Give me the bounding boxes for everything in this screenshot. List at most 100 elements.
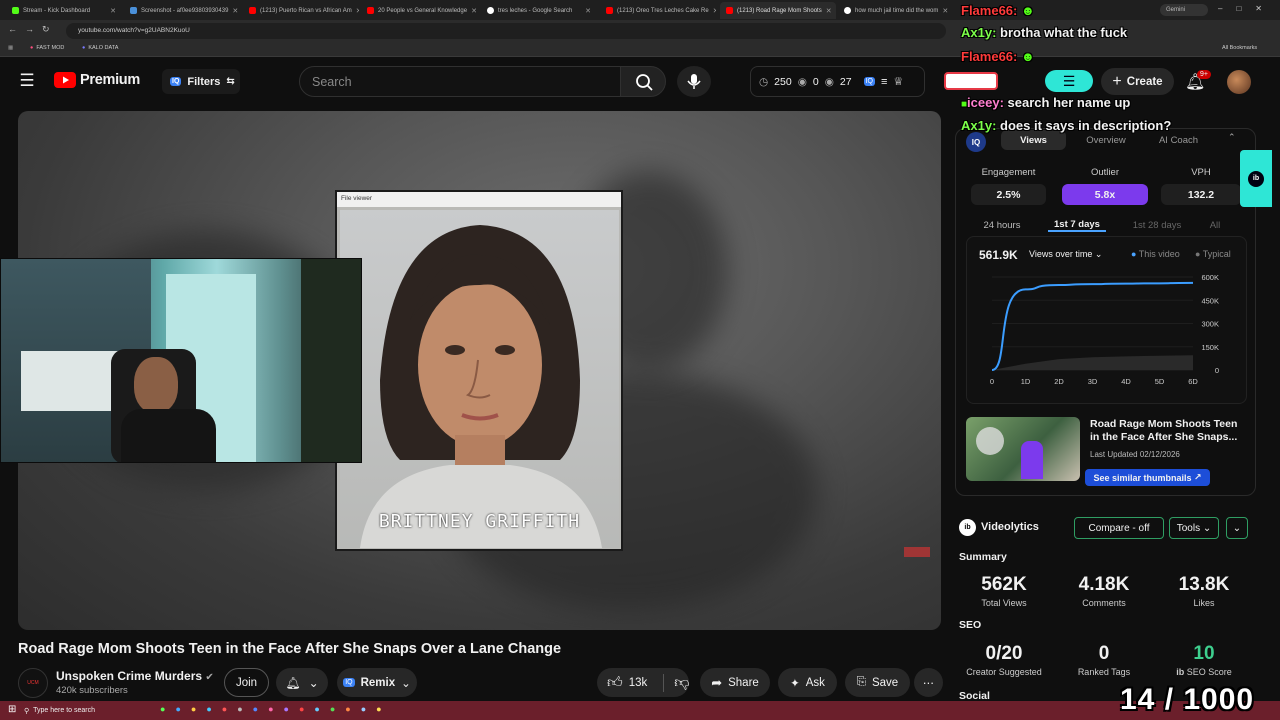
app-icon[interactable]: ●: [376, 704, 381, 714]
range-7d[interactable]: 1st 7 days: [1048, 218, 1106, 232]
channel-name[interactable]: Unspoken Crime Murders ✔: [56, 669, 214, 683]
like-button[interactable]: 👍︎ 13k 👎︎: [597, 668, 689, 697]
app-icon[interactable]: ●: [345, 704, 350, 714]
windows-start-icon[interactable]: ⊞: [8, 704, 16, 715]
close-icon[interactable]: ✕: [713, 7, 716, 15]
browser-tab-strip: Stream - Kick Dashboard ✕ Screenshot - af…: [0, 0, 1280, 20]
list-icon[interactable]: ≡: [881, 76, 887, 88]
nav-buttons[interactable]: ←→↻: [8, 24, 58, 35]
app-icon[interactable]: ●: [222, 704, 227, 714]
similar-title[interactable]: Road Rage Mom Shoots Teen in the Face Af…: [1090, 418, 1240, 444]
chat-message: Flame66: ☻: [961, 3, 1035, 18]
trophy-icon[interactable]: ♕: [893, 75, 903, 88]
app-icon[interactable]: ●: [175, 704, 180, 714]
eye-icon: ◉: [797, 75, 807, 88]
tab-views[interactable]: Views: [1001, 130, 1066, 150]
bookmark-kalodata[interactable]: ● KALO DATA: [82, 45, 118, 51]
browser-tab-active[interactable]: (1213) Road Rage Mom Shoots ✕: [720, 2, 836, 19]
similar-thumbnail[interactable]: [966, 417, 1080, 481]
app-icon[interactable]: ●: [314, 704, 319, 714]
taskbar-apps[interactable]: ● ● ● ● ● ● ● ● ● ● ● ● ● ● ●: [160, 704, 382, 714]
chevron-up-icon[interactable]: ⌃: [1228, 132, 1236, 143]
range-24h[interactable]: 24 hours: [976, 218, 1028, 232]
browser-tab[interactable]: Screenshot - af0ee93803930439 ✕: [124, 2, 240, 19]
stats-widget[interactable]: ◷ 250 ◉ 0 ◉ 27 IQ ≡ ♕: [750, 66, 925, 97]
close-icon[interactable]: ✕: [110, 7, 116, 15]
create-button[interactable]: + Create: [1101, 68, 1174, 95]
filters-button[interactable]: IQ Filters ⇆: [162, 69, 240, 94]
browser-tab[interactable]: 20 People vs General Knowledge ✕: [361, 2, 477, 19]
bookmark-fastmod[interactable]: ● FAST MOD: [30, 45, 64, 51]
chevron-down-icon[interactable]: ⌄: [1226, 517, 1248, 539]
app-icon[interactable]: ●: [330, 704, 335, 714]
apps-icon[interactable]: ▦: [8, 45, 13, 51]
mugshot-image: BRITTNEY GRIFFITH: [340, 210, 619, 548]
window-controls[interactable]: –□✕: [1218, 4, 1276, 13]
more-actions-button[interactable]: ⋯: [914, 668, 943, 697]
subscribe-bell-button[interactable]: 🔔︎ ⌄: [276, 668, 328, 697]
views-dropdown[interactable]: Views over time ⌄: [1029, 249, 1102, 260]
vidiq-menu-icon[interactable]: ☰: [1045, 70, 1093, 92]
app-icon[interactable]: ●: [206, 704, 211, 714]
gemini-button[interactable]: Gemini: [1160, 4, 1208, 16]
search-button[interactable]: [620, 66, 666, 97]
youtube-play-icon: [54, 72, 76, 88]
remix-button[interactable]: IQ Remix ⌄: [337, 668, 417, 697]
file-viewer-title: File viewer: [337, 192, 621, 207]
tab-overview[interactable]: Overview: [1071, 130, 1141, 150]
close-icon[interactable]: ✕: [471, 7, 477, 15]
app-icon[interactable]: ●: [237, 704, 242, 714]
browser-tab[interactable]: (1213) Oreo Tres Leches Cake Re ✕: [600, 2, 716, 19]
see-similar-button[interactable]: See similar thumbnails ↗: [1085, 469, 1210, 486]
app-icon[interactable]: ●: [191, 704, 196, 714]
extension-badge[interactable]: [944, 72, 998, 90]
channel-avatar[interactable]: UCM: [18, 668, 48, 698]
join-button[interactable]: Join: [224, 668, 269, 697]
app-icon[interactable]: ●: [268, 704, 273, 714]
sparkle-icon: ✦: [790, 677, 800, 690]
eye-icon: ◉: [824, 75, 834, 88]
all-bookmarks[interactable]: All Bookmarks: [1222, 45, 1257, 51]
compare-button[interactable]: Compare - off: [1074, 517, 1164, 539]
youtube-logo[interactable]: Premium: [54, 72, 140, 88]
videolytics-logo-icon: ib: [1176, 667, 1187, 677]
thumbs-down-icon[interactable]: 👎︎: [663, 673, 689, 692]
youtube-icon: [249, 7, 256, 14]
app-icon[interactable]: ●: [160, 704, 165, 714]
range-all[interactable]: All: [1203, 218, 1227, 232]
x-tick-label: 0: [990, 377, 994, 386]
range-28d[interactable]: 1st 28 days: [1126, 218, 1188, 232]
app-icon[interactable]: ●: [299, 704, 304, 714]
close-icon[interactable]: ✕: [232, 7, 238, 15]
browser-tab[interactable]: tres leches - Google Search ✕: [481, 2, 597, 19]
menu-icon[interactable]: ☰: [17, 71, 37, 90]
seo-label: Creator Suggested: [966, 667, 1042, 677]
close-icon[interactable]: ✕: [356, 7, 359, 15]
search-input[interactable]: Search: [299, 66, 621, 97]
chat-message: ■iceey: search her name up: [961, 95, 1131, 110]
google-icon: [487, 7, 494, 14]
vidiq-side-tab[interactable]: ib: [1240, 150, 1272, 207]
close-icon[interactable]: ✕: [942, 7, 948, 15]
avatar[interactable]: [1227, 70, 1251, 94]
url-field[interactable]: youtube.com/watch?v=g2UABN2KuoU: [66, 23, 946, 39]
close-icon[interactable]: ✕: [826, 7, 832, 15]
tools-button[interactable]: Tools ⌄: [1169, 517, 1219, 539]
close-icon[interactable]: ✕: [585, 7, 591, 15]
streamer-webcam: [0, 258, 362, 463]
iq-icon[interactable]: IQ: [863, 77, 875, 86]
tab-ai-coach[interactable]: AI Coach: [1146, 130, 1211, 150]
app-icon[interactable]: ●: [253, 704, 258, 714]
taskbar-search[interactable]: ⚲ Type here to search: [24, 704, 154, 717]
share-button[interactable]: ➦ Share: [700, 668, 770, 697]
browser-tab[interactable]: (1213) Puerto Rican vs African Am ✕: [243, 2, 359, 19]
app-icon[interactable]: ●: [361, 704, 366, 714]
ask-button[interactable]: ✦ Ask: [778, 668, 837, 697]
bell-icon: 🔔︎: [285, 675, 301, 690]
mic-button[interactable]: [677, 66, 711, 97]
app-icon[interactable]: ●: [284, 704, 289, 714]
webcam-curtain: [301, 259, 361, 462]
browser-tab[interactable]: how much jail time did the wom ✕: [838, 2, 954, 19]
browser-tab[interactable]: Stream - Kick Dashboard ✕: [6, 2, 122, 19]
save-button[interactable]: ⎘ Save: [845, 668, 910, 697]
